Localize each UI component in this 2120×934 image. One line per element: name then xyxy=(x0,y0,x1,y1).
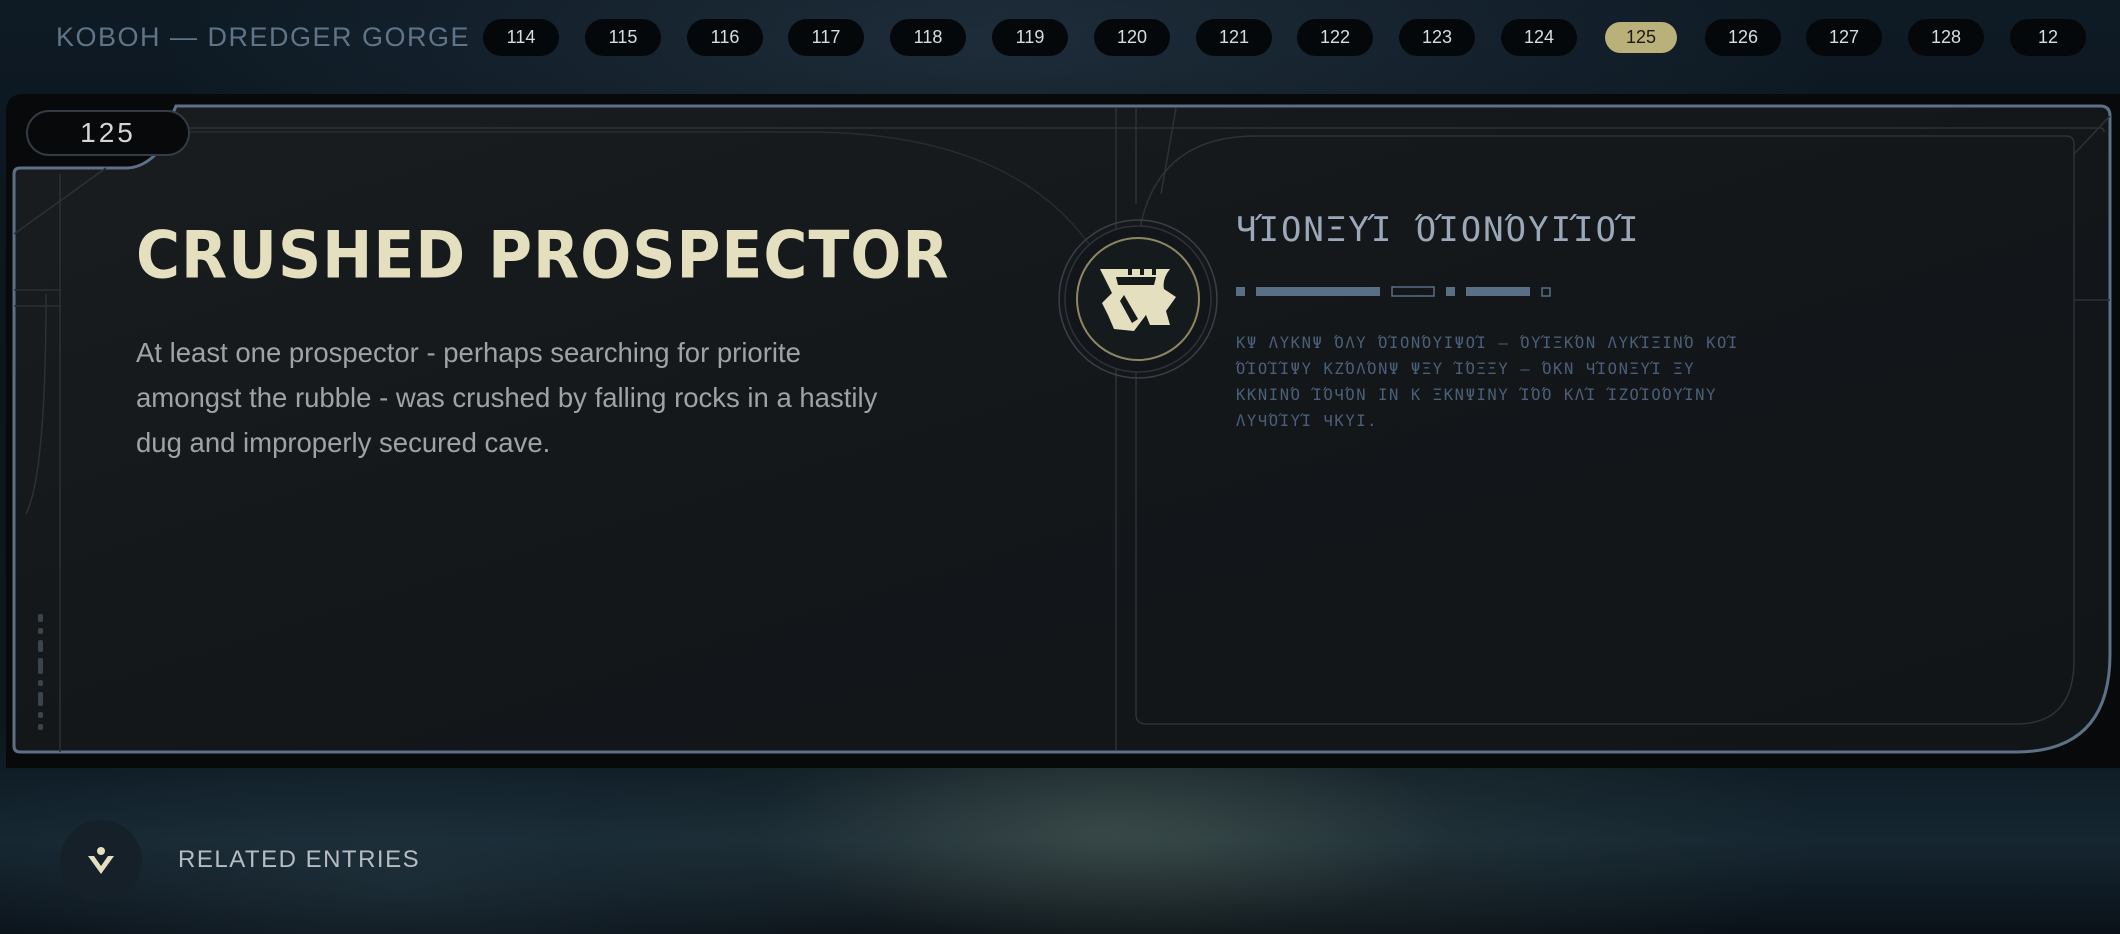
aurebesh-line: ΌΊΟΊΊΨΥ ΚΖΌΛΌΝΨ ΨΞΥ ΊΌΞΞΥ – ΌΚΝ ЧΊΟΝΞΥΊ … xyxy=(1236,360,1696,378)
entry-tab-119[interactable]: 119 xyxy=(992,19,1068,56)
aurebesh-body: ΚΨ ΛΥΚΝΨ ΌΛΥ ΌΊΟΝΌΥΙΨΟΊ – ΌΥΊΞΚΌΝ ΛΥΚΊΞΙ… xyxy=(1236,330,1976,434)
entry-tab-120[interactable]: 120 xyxy=(1094,19,1170,56)
entry-tab-122[interactable]: 122 xyxy=(1297,19,1373,56)
person-down-icon xyxy=(88,847,114,874)
aurebesh-title: ЧΊΟΝΞΥΊ ΌΊΟΝΌΥΙΊΟΊ xyxy=(1236,210,1641,250)
entry-tab-127[interactable]: 127 xyxy=(1806,19,1882,56)
top-bar: KOBOH — DREDGER GORGE 114 115 116 117 118 119… xyxy=(0,0,2120,76)
entry-tab-117[interactable]: 117 xyxy=(788,19,864,56)
entry-tab-12[interactable]: 12 xyxy=(2010,19,2086,56)
location-title: KOBOH — DREDGER GORGE xyxy=(56,22,471,52)
related-entries-label[interactable]: RELATED ENTRIES xyxy=(178,846,420,874)
entry-description: At least one prospector - perhaps search… xyxy=(136,337,878,458)
cave-glyph-icon xyxy=(1058,219,1218,379)
entry-tab-118[interactable]: 118 xyxy=(890,19,966,56)
entry-tab-125[interactable]: 125 xyxy=(1605,22,1677,53)
entry-tab-128[interactable]: 128 xyxy=(1908,19,1984,56)
entry-number-badge: 125 xyxy=(26,110,190,156)
entry-tab-116[interactable]: 116 xyxy=(687,19,763,56)
aurebesh-line: ΛΥЧΌΊΥΊ ЧΚΥΙ. xyxy=(1236,412,1379,430)
entry-pagination: 114 115 116 117 118 119 120 121 122 123 124 125 126 1… xyxy=(483,19,2120,57)
entry-title: CRUSHED PROSPECTOR xyxy=(136,218,950,294)
entry-tab-121[interactable]: 121 xyxy=(1196,19,1272,56)
aurebesh-line: ΚΨ ΛΥΚΝΨ ΌΛΥ ΌΊΟΝΌΥΙΨΟΊ – ΌΥΊΞΚΌΝ ΛΥΚΊΞΙ… xyxy=(1236,334,1739,352)
aurebesh-line: ΚΚΝΙΝΌ ΊΌЧΌΝ ΙΝ Κ ΞΚΝΨΙΝΥ ΊΌΌ ΚΛΊ ΊΖΟΊΟΌ… xyxy=(1236,386,1717,404)
related-entries-button[interactable] xyxy=(60,820,142,902)
decorative-bars xyxy=(1236,286,1551,297)
entry-tab-126[interactable]: 126 xyxy=(1705,19,1781,56)
entry-tab-124[interactable]: 124 xyxy=(1501,19,1577,56)
entry-tab-115[interactable]: 115 xyxy=(585,19,661,56)
entry-tab-123[interactable]: 123 xyxy=(1399,19,1475,56)
entry-tab-114[interactable]: 114 xyxy=(483,19,559,56)
databank-entry-panel: 125 CRUSHED PROSPECTOR At least one pros… xyxy=(6,94,2120,768)
